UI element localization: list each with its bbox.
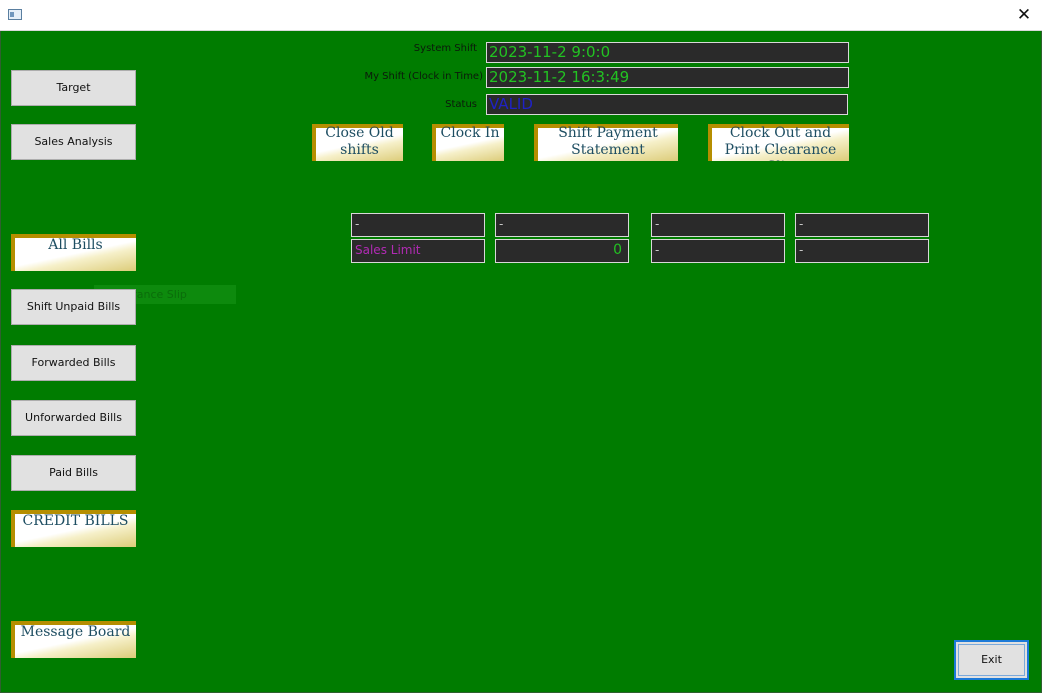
sales-analysis-button[interactable]: Sales Analysis — [11, 124, 136, 160]
app-window-icon — [8, 9, 22, 20]
my-shift-label: My Shift (Clock in Time) — [364, 71, 483, 82]
credit-bills-button[interactable]: CREDIT BILLS — [11, 510, 136, 547]
unforwarded-bills-button[interactable]: Unforwarded Bills — [11, 400, 136, 436]
all-bills-button[interactable]: All Bills — [11, 234, 136, 271]
grid-cell-r1c1: - — [351, 213, 485, 237]
grid-cell-r2c3: - — [651, 239, 785, 263]
clock-out-print-button[interactable]: Clock Out and Print Clearance Slip — [708, 124, 849, 161]
grid-cell-r1c2: - — [495, 213, 629, 237]
credit-bills-label: CREDIT BILLS — [22, 513, 129, 529]
system-shift-field: 2023-11-2 9:0:0 — [486, 42, 849, 63]
message-board-label: Message Board — [20, 624, 131, 640]
exit-button[interactable]: Exit — [954, 640, 1029, 680]
sales-limit-value: 0 — [495, 239, 629, 263]
status-field: VALID — [486, 94, 848, 115]
paid-bills-button[interactable]: Paid Bills — [11, 455, 136, 491]
title-bar: ✕ — [0, 0, 1042, 31]
grid-cell-r1c3: - — [651, 213, 785, 237]
close-old-shifts-label: Close Old shifts — [325, 125, 394, 158]
close-old-shifts-button[interactable]: Close Old shifts — [312, 124, 403, 161]
shift-unpaid-bills-button[interactable]: Shift Unpaid Bills — [11, 289, 136, 325]
shift-payment-statement-label: Shift Payment Statement — [558, 125, 658, 158]
message-board-button[interactable]: Message Board — [11, 621, 136, 658]
shift-payment-statement-button[interactable]: Shift Payment Statement — [534, 124, 678, 161]
status-label: Status — [445, 99, 477, 110]
sales-limit-label: Sales Limit — [351, 239, 485, 263]
close-icon[interactable]: ✕ — [1013, 5, 1035, 25]
window-border-left — [0, 31, 1, 693]
system-shift-label: System Shift — [413, 43, 477, 54]
grid-cell-r1c4: - — [795, 213, 929, 237]
target-button[interactable]: Target — [11, 70, 136, 106]
grid-cell-r2c4: - — [795, 239, 929, 263]
clock-in-label: Clock In — [440, 125, 500, 141]
clock-out-print-label: Clock Out and Print Clearance Slip — [724, 125, 837, 161]
forwarded-bills-button[interactable]: Forwarded Bills — [11, 345, 136, 381]
my-shift-field: 2023-11-2 16:3:49 — [486, 67, 849, 88]
clock-in-button[interactable]: Clock In — [432, 124, 504, 161]
all-bills-label: All Bills — [48, 237, 103, 253]
